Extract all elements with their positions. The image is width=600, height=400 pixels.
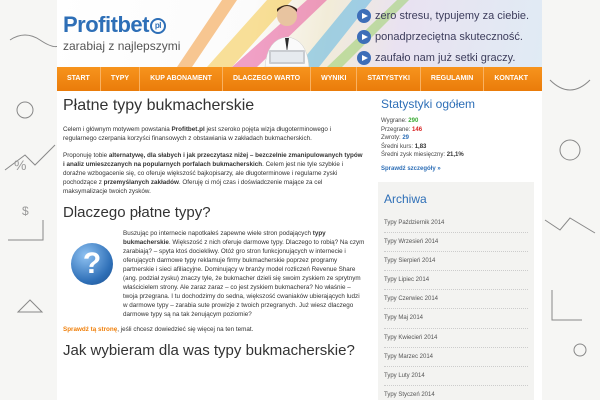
section-heading-why-paid: Dlaczego płatne typy?	[63, 204, 211, 221]
slogan-list: zero stresu, typujemy za ciebie. ponadpr…	[357, 6, 529, 67]
nav-start[interactable]: START	[57, 67, 101, 91]
logo-text: Profitbet pl	[63, 12, 180, 38]
nav-kontakt[interactable]: KONTAKT	[484, 67, 538, 91]
play-icon	[357, 51, 371, 65]
slogan-item: zaufało nam już setki graczy.	[357, 48, 529, 67]
play-icon	[357, 9, 371, 23]
archive-link[interactable]: Typy Październik 2014	[384, 214, 528, 233]
nav-typy[interactable]: TYPY	[101, 67, 141, 91]
archive-link[interactable]: Typy Maj 2014	[384, 309, 528, 329]
site-header: Profitbet pl zarabiaj z najlepszymi zero …	[57, 0, 542, 67]
logo-badge: pl	[149, 18, 166, 35]
slogan-item: ponadprzeciętna skuteczność.	[357, 27, 529, 47]
check-page-link[interactable]: Sprawdź tą stronę	[63, 326, 117, 333]
site-logo[interactable]: Profitbet pl zarabiaj z najlepszymi	[63, 12, 180, 53]
sidebar: Statystyki ogółem Wygrane: 290 Przegrane…	[378, 97, 534, 400]
archive-link[interactable]: Typy Wrzesień 2014	[384, 233, 528, 252]
nav-wyniki[interactable]: WYNIKI	[311, 67, 358, 91]
nav-dlaczego-warto[interactable]: DLACZEGO WARTO	[223, 67, 312, 91]
stat-wins: Wygrane: 290	[381, 118, 419, 124]
nav-kup-abonament[interactable]: KUP ABONAMENT	[140, 67, 223, 91]
intro-paragraph-2: Proponuję tobie alternatywę, dla słabych…	[63, 152, 363, 195]
section-heading-how-choose: Jak wybieram dla was typy bukmacherskie?	[63, 342, 355, 359]
nav-statystyki[interactable]: STATYSTYKI	[357, 67, 421, 91]
why-paid-block: ? Buszując po internecie napotkałeś zape…	[63, 229, 365, 319]
nav-regulamin[interactable]: REGULAMIN	[421, 67, 485, 91]
logo-tagline: zarabiaj z najlepszymi	[63, 39, 181, 53]
stat-average-odds: Średni kurs: 1,83	[381, 143, 427, 150]
right-doodle-background	[540, 0, 600, 400]
stats-list: Wygrane: 290 Przegrane: 146 Zwroty: 29 Ś…	[381, 117, 531, 160]
intro-paragraph-1: Celem i głównym motywem powstania Profit…	[63, 126, 332, 142]
archive-heading: Archiwa	[384, 191, 427, 206]
businessman-image	[264, 5, 310, 67]
archive-link[interactable]: Typy Sierpień 2014	[384, 252, 528, 272]
play-icon	[357, 30, 371, 44]
main-content: Płatne typy bukmacherskie Celem i główny…	[63, 97, 365, 367]
archive-link[interactable]: Typy Styczeń 2014	[384, 386, 528, 400]
page-container: Profitbet pl zarabiaj z najlepszymi zero …	[57, 0, 542, 400]
left-doodle-background: % $	[0, 0, 60, 400]
stat-returns: Zwroty: 29	[381, 135, 410, 141]
archive-link[interactable]: Typy Luty 2014	[384, 367, 528, 387]
stat-monthly-profit: Średni zysk miesięczny: 21,1%	[381, 152, 464, 158]
archive-link[interactable]: Typy Marzec 2014	[384, 348, 528, 367]
check-page-line: Sprawdź tą stronę, jeśli chcesz dowiedzi…	[63, 326, 254, 333]
archive-box: Archiwa Typy Październik 2014 Typy Wrzes…	[378, 181, 534, 400]
stat-losses: Przegrane: 146	[381, 126, 423, 133]
archive-link[interactable]: Typy Czerwiec 2014	[384, 290, 528, 310]
question-mark-icon: ?	[71, 243, 113, 285]
main-nav: START TYPY KUP ABONAMENT DLACZEGO WARTO …	[57, 67, 542, 91]
svg-text:%: %	[14, 157, 26, 173]
stats-details-link[interactable]: Sprawdź szczegóły »	[381, 166, 531, 172]
page-title: Płatne typy bukmacherskie	[63, 97, 255, 114]
why-paid-text: Buszując po internecie napotkałeś zapewn…	[123, 230, 365, 318]
svg-text:$: $	[22, 204, 29, 218]
archive-link[interactable]: Typy Kwiecień 2014	[384, 329, 528, 348]
stats-heading: Statystyki ogółem	[381, 97, 476, 111]
archive-link[interactable]: Typy Lipiec 2014	[384, 271, 528, 291]
slogan-item: zero stresu, typujemy za ciebie.	[357, 6, 529, 26]
